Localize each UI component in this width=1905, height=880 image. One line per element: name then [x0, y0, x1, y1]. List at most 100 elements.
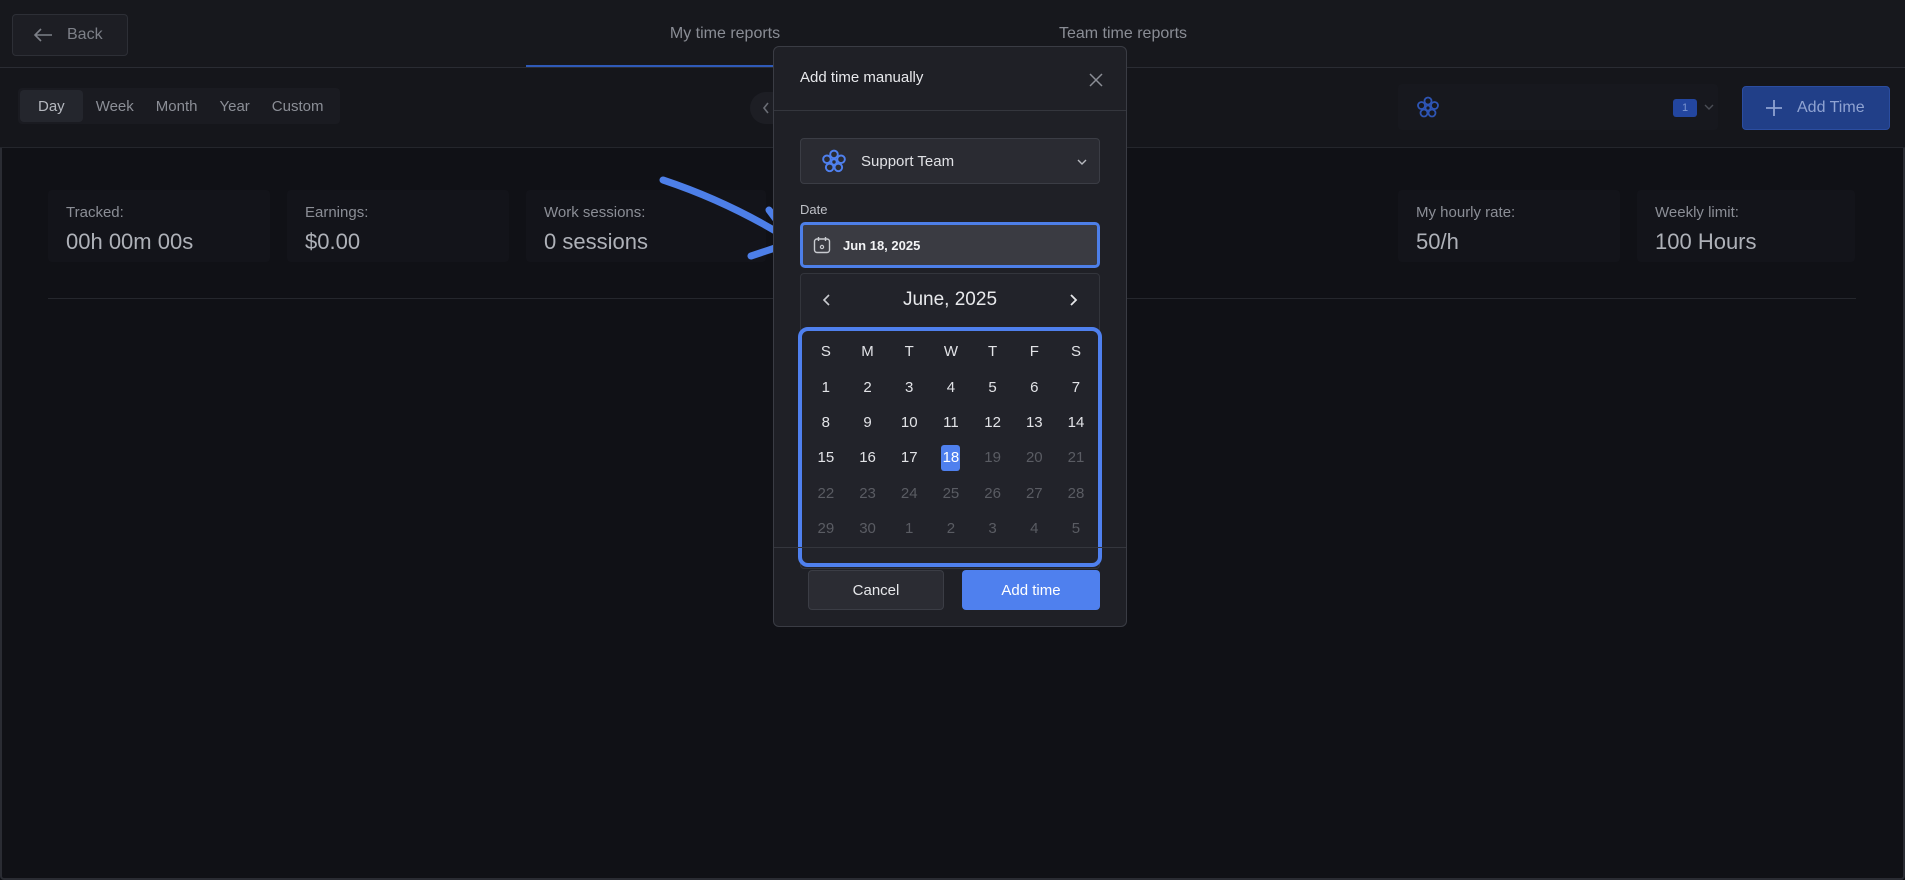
chevron-right-icon[interactable]: [1067, 292, 1079, 308]
calendar-month-label: June, 2025: [902, 289, 998, 310]
calendar-day: 22: [805, 476, 847, 511]
weekday-header: S: [820, 343, 831, 361]
calendar-day: 21: [1055, 440, 1097, 475]
weekday-header: W: [943, 343, 958, 361]
calendar-day-number: 12: [984, 413, 1001, 431]
tab-label: My time reports: [669, 25, 781, 42]
calendar-day: 25: [930, 476, 972, 511]
calendar-day: 30: [847, 511, 889, 546]
calendar-day[interactable]: 10: [888, 405, 930, 440]
calendar-day-number: 1: [905, 520, 914, 538]
date-value: Jun 18, 2025: [843, 238, 921, 253]
chevron-down-icon: [1077, 159, 1087, 165]
calendar-day-number: 15: [817, 449, 835, 467]
weekday-header: T: [988, 343, 998, 361]
calendar-icon: [813, 237, 831, 254]
calendar-day-number: 19: [984, 449, 1001, 467]
range-month-button[interactable]: Month: [145, 90, 209, 122]
calendar-day-number: 30: [859, 520, 876, 538]
range-selector: Day Week Month Year Custom: [18, 88, 340, 124]
calendar-day-number: 28: [1067, 484, 1085, 502]
date-picker-calendar: June, 2025 S M T W T F S 1 2 3 4 5 6 7 8 9 10 11 12 13 14 15 1…: [798, 273, 1102, 569]
team-filter-select[interactable]: 1: [1398, 84, 1718, 130]
team-count-badge: 1: [1673, 99, 1697, 117]
calendar-day-number: 25: [942, 484, 960, 502]
stat-value: 100 Hours: [1655, 229, 1757, 254]
calendar-day[interactable]: 9: [847, 405, 889, 440]
calendar-day-number: 5: [1071, 520, 1081, 538]
stat-earnings: Earnings: $0.00: [287, 190, 509, 262]
calendar-day-number: 2: [946, 520, 956, 538]
back-button[interactable]: Back: [12, 14, 128, 56]
calendar-day[interactable]: 16: [847, 440, 889, 475]
weekday-header: T: [904, 343, 914, 361]
chevron-down-icon: [1704, 104, 1714, 110]
calendar-day[interactable]: 5: [972, 369, 1014, 404]
calendar-day-number: 3: [988, 520, 997, 538]
range-year-button[interactable]: Year: [208, 90, 260, 122]
calendar-day-number: 22: [817, 484, 835, 502]
calendar-day-number: 4: [946, 378, 956, 396]
calendar-day[interactable]: 4: [930, 369, 972, 404]
calendar-day-number: 5: [988, 378, 997, 396]
chevron-left-icon[interactable]: [821, 292, 833, 308]
arrow-left-icon: [33, 28, 52, 42]
calendar-day: 19: [972, 440, 1014, 475]
range-day-button[interactable]: Day: [20, 90, 83, 122]
range-week-button[interactable]: Week: [85, 90, 145, 122]
team-flower-icon: [1417, 96, 1439, 118]
calendar-day-number: 10: [900, 413, 918, 431]
range-custom-button[interactable]: Custom: [261, 90, 335, 122]
calendar-day-selected[interactable]: 18: [930, 440, 972, 475]
date-input[interactable]: Jun 18, 2025: [800, 222, 1100, 268]
calendar-grid: S M T W T F S 1 2 3 4 5 6 7 8 9 10 11 12 13 14 15 16 17 18 19 20 21…: [805, 334, 1097, 546]
calendar-day[interactable]: 3: [888, 369, 930, 404]
calendar-day[interactable]: 14: [1055, 405, 1097, 440]
cancel-button[interactable]: Cancel: [808, 570, 944, 610]
weekday-header: M: [861, 343, 874, 361]
calendar-day-number: 13: [1025, 413, 1043, 431]
calendar-day-number: 3: [905, 378, 914, 396]
stat-label: Weekly limit:: [1655, 204, 1739, 221]
calendar-day[interactable]: 15: [805, 440, 847, 475]
calendar-day[interactable]: 13: [1013, 405, 1055, 440]
calendar-day: 1: [888, 511, 930, 546]
team-flower-icon: [822, 149, 846, 173]
calendar-day[interactable]: 12: [972, 405, 1014, 440]
calendar-day-number: 8: [821, 413, 831, 431]
tab-label: Team time reports: [1058, 25, 1188, 42]
calendar-day-number: 9: [863, 413, 872, 431]
calendar-day: 26: [972, 476, 1014, 511]
calendar-day[interactable]: 6: [1013, 369, 1055, 404]
stat-label: Tracked:: [66, 204, 124, 221]
plus-icon: [1766, 100, 1782, 116]
modal-header: Add time manually: [774, 47, 1126, 111]
calendar-day: 4: [1013, 511, 1055, 546]
calendar-day-number: 6: [1030, 378, 1039, 396]
add-time-submit-button[interactable]: Add time: [962, 570, 1100, 610]
calendar-day-number: 27: [1025, 484, 1043, 502]
calendar-day-number: 20: [1025, 449, 1043, 467]
modal-title: Add time manually: [800, 69, 924, 86]
calendar-day-number: 23: [859, 484, 876, 502]
calendar-day[interactable]: 7: [1055, 369, 1097, 404]
calendar-day-number: 18: [941, 444, 961, 471]
calendar-day-number: 16: [859, 449, 876, 467]
calendar-day-number: 14: [1067, 413, 1085, 431]
calendar-day-number: 11: [943, 413, 959, 431]
close-icon[interactable]: [1088, 72, 1104, 88]
add-time-button[interactable]: Add Time: [1742, 86, 1890, 130]
add-time-modal: Add time manually Support Team Date Jun …: [773, 46, 1127, 627]
calendar-day[interactable]: 17: [888, 440, 930, 475]
calendar-day[interactable]: 2: [847, 369, 889, 404]
calendar-day[interactable]: 1: [805, 369, 847, 404]
stat-value: 50/h: [1416, 229, 1459, 254]
date-label: Date: [800, 202, 828, 217]
calendar-day: 23: [847, 476, 889, 511]
calendar-day-number: 26: [984, 484, 1001, 502]
calendar-day-number: 17: [900, 449, 918, 467]
calendar-day[interactable]: 8: [805, 405, 847, 440]
calendar-day: 24: [888, 476, 930, 511]
calendar-day[interactable]: 11: [930, 405, 972, 440]
team-select[interactable]: Support Team: [800, 138, 1100, 184]
